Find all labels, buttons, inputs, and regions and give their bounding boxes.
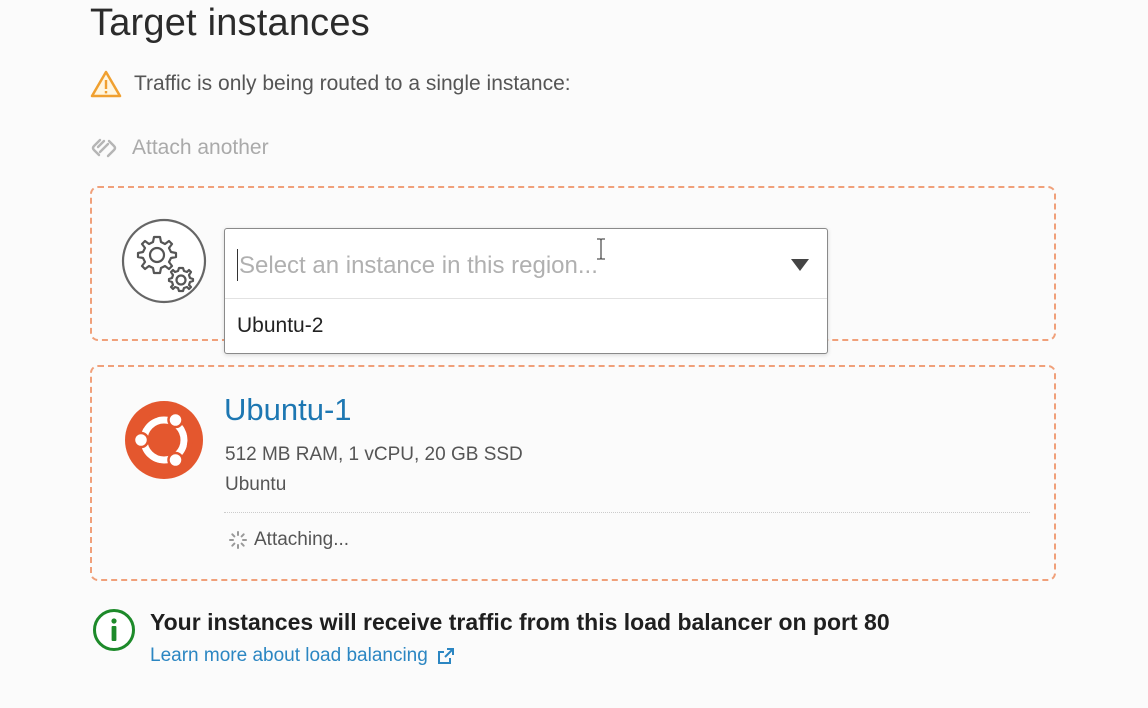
text-cursor-icon: [596, 238, 606, 260]
instance-select-dropdown[interactable]: Ubuntu-2: [224, 228, 828, 354]
warning-text: Traffic is only being routed to a single…: [134, 72, 571, 95]
port-info-text: Your instances will receive traffic from…: [150, 609, 890, 635]
instance-option[interactable]: Ubuntu-2: [225, 299, 827, 353]
instance-specs: 512 MB RAM, 1 vCPU, 20 GB SSD: [225, 444, 523, 465]
single-instance-warning: Traffic is only being routed to a single…: [90, 70, 571, 98]
learn-more-link[interactable]: Learn more about load balancing: [150, 645, 456, 667]
warning-triangle-icon: [90, 70, 122, 98]
spinner-icon: [228, 530, 248, 550]
text-caret: [237, 249, 238, 281]
info-icon: [92, 608, 136, 652]
instance-search-input[interactable]: [237, 245, 781, 287]
attach-another-label: Attach another: [132, 136, 269, 159]
target-instances-page: Target instances Traffic is only being r…: [0, 0, 1148, 708]
instance-option-label: Ubuntu-2: [237, 314, 324, 337]
attach-link-icon: [90, 134, 118, 162]
ubuntu-logo-icon: [124, 400, 204, 480]
attach-another-button[interactable]: Attach another: [90, 134, 269, 162]
gears-icon: [120, 217, 208, 305]
instance-status: Attaching...: [228, 529, 349, 551]
instance-select-field[interactable]: [225, 229, 827, 299]
instance-os: Ubuntu: [225, 474, 287, 495]
page-title: Target instances: [90, 2, 370, 44]
status-label: Attaching...: [254, 529, 350, 550]
divider: [224, 512, 1030, 513]
external-link-icon: [436, 646, 456, 666]
chevron-down-icon[interactable]: [791, 259, 809, 271]
instance-name-link[interactable]: Ubuntu-1: [224, 392, 352, 428]
learn-more-label: Learn more about load balancing: [150, 645, 428, 666]
